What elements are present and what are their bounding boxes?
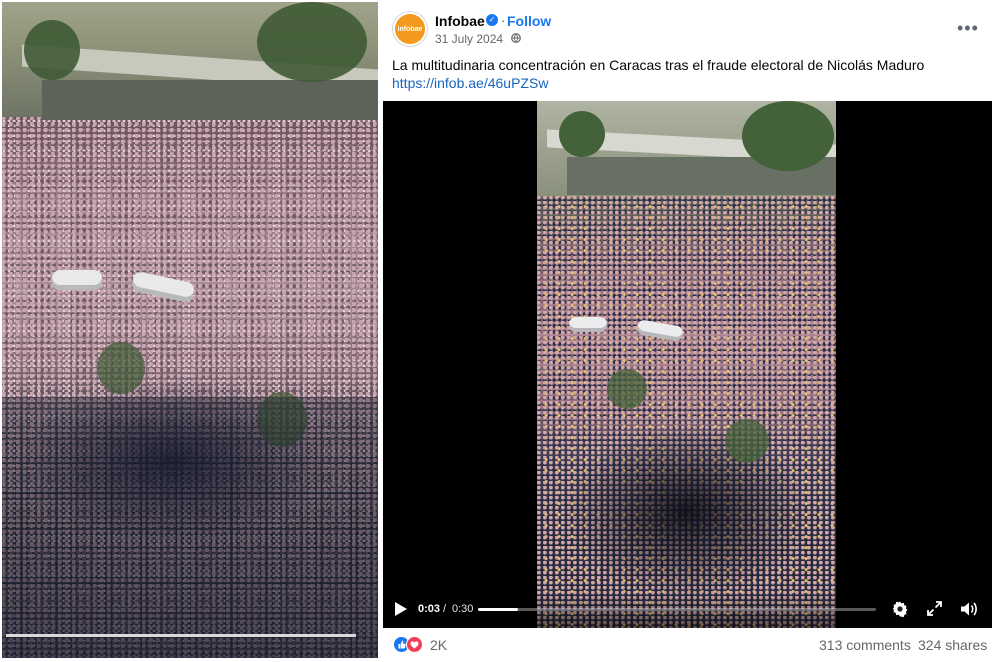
- car: [569, 317, 607, 332]
- reaction-count[interactable]: 2K: [430, 637, 447, 653]
- separator-dot: ·: [501, 12, 506, 28]
- page-avatar[interactable]: infobae: [392, 11, 428, 47]
- volume-icon[interactable]: [959, 600, 978, 618]
- left-progress-bar: [6, 634, 356, 637]
- video-player[interactable]: 0:03 / 0:30: [383, 101, 992, 628]
- comments-count[interactable]: 313 comments: [819, 637, 911, 653]
- caption-text: La multitudinaria concentración en Carac…: [392, 57, 925, 73]
- building-shadow: [2, 397, 378, 658]
- verified-badge-icon: ✓: [486, 14, 498, 26]
- video-frame: [537, 101, 836, 628]
- car: [52, 270, 102, 290]
- tree: [559, 111, 605, 157]
- facebook-post: infobae Infobae ✓ · Follow 31 July 2024 …: [383, 0, 992, 662]
- time-separator: /: [443, 603, 447, 615]
- progress-bar[interactable]: [478, 608, 876, 611]
- follow-button[interactable]: Follow: [507, 13, 551, 29]
- car: [636, 319, 684, 342]
- fullscreen-icon[interactable]: [926, 600, 943, 617]
- left-crowd-image: [2, 2, 378, 658]
- globe-icon: [511, 33, 521, 43]
- tree: [257, 2, 367, 82]
- tree: [24, 20, 80, 80]
- video-controls: 0:03 / 0:30: [383, 592, 992, 628]
- post-caption: La multitudinaria concentración en Carac…: [392, 56, 982, 92]
- total-time: 0:30: [452, 603, 474, 615]
- progress-fill: [478, 608, 518, 611]
- page-name[interactable]: Infobae: [435, 13, 485, 29]
- palm-tree: [725, 419, 769, 463]
- palm-tree: [97, 342, 145, 394]
- shares-count[interactable]: 324 shares: [918, 637, 987, 653]
- building-wall: [42, 80, 378, 120]
- divider: [379, 0, 381, 662]
- current-time: 0:03: [418, 603, 441, 615]
- love-icon: [406, 636, 423, 653]
- caption-link[interactable]: https://infob.ae/46uPZSw: [392, 74, 982, 92]
- post-date[interactable]: 31 July 2024: [435, 32, 503, 46]
- play-icon[interactable]: [395, 602, 407, 616]
- palm-tree: [607, 369, 647, 409]
- settings-icon[interactable]: [891, 600, 909, 618]
- tree: [742, 101, 834, 171]
- avatar-logo: infobae: [395, 14, 425, 44]
- more-options-icon[interactable]: •••: [957, 18, 979, 39]
